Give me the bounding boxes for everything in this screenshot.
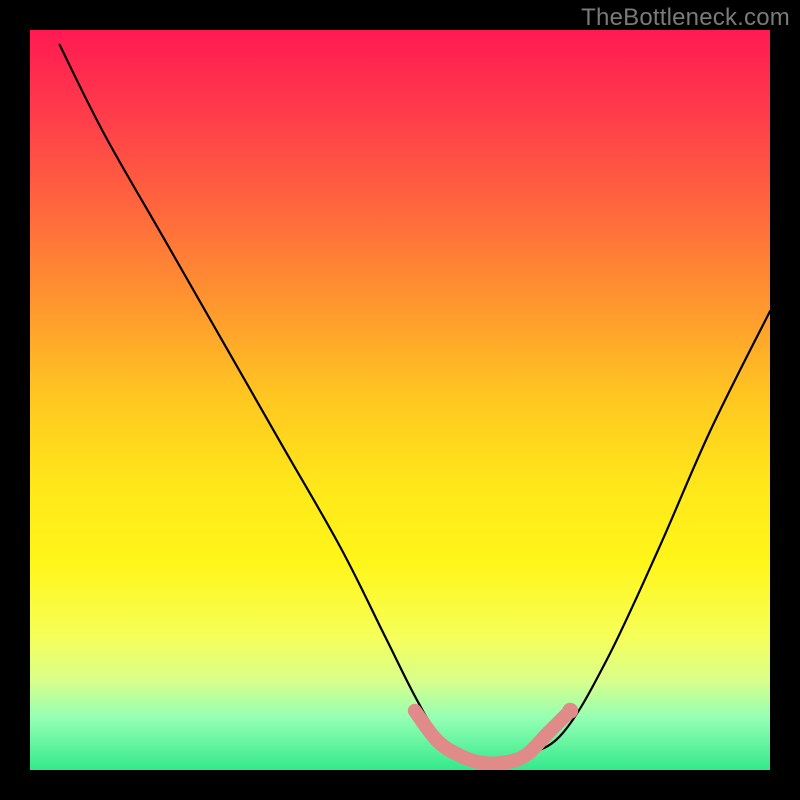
chart-plot-area (30, 30, 770, 770)
attribution-text: TheBottleneck.com (581, 4, 790, 32)
optimal-zone-highlight (415, 703, 578, 764)
chart-frame: TheBottleneck.com (0, 0, 800, 800)
curve-path (60, 45, 770, 764)
highlight-path (415, 711, 570, 764)
bottleneck-curve (60, 45, 770, 764)
highlight-end-dot (562, 703, 578, 719)
chart-svg (30, 30, 770, 770)
